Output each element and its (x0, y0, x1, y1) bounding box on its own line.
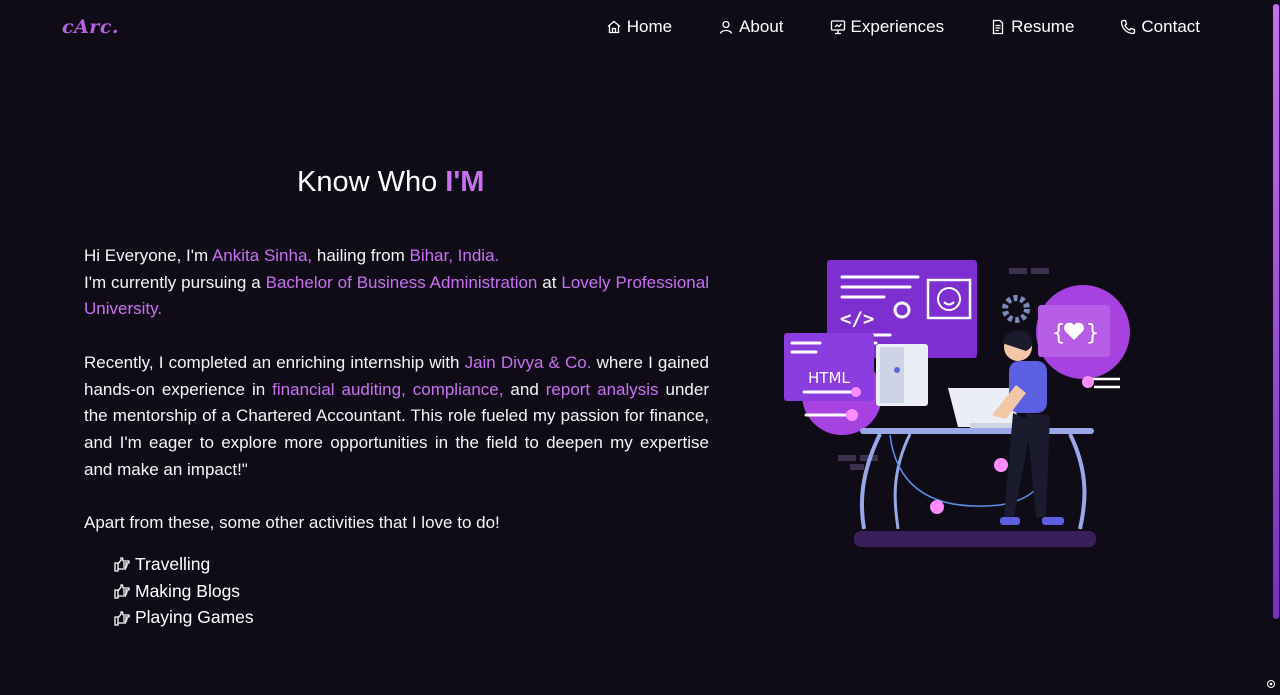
presentation-icon (830, 20, 845, 35)
intro-text-4: at (537, 272, 562, 292)
pointing-hand-icon (114, 557, 130, 572)
degree-highlight: Bachelor of Business Administration (265, 272, 538, 292)
list-item: Playing Games (113, 604, 254, 631)
internship-text-1: Recently, I completed an enriching inter… (84, 352, 465, 372)
home-icon (607, 20, 621, 34)
nav-item-experiences[interactable]: Experiences (830, 16, 945, 38)
activities-intro: Apart from these, some other activities … (84, 513, 500, 532)
name-highlight: Ankita Sinha, (211, 246, 313, 265)
user-icon (719, 20, 733, 34)
svg-text:</>: </> (840, 308, 874, 330)
report-highlight: report analysis (545, 379, 659, 399)
scrollbar-thumb[interactable] (1273, 4, 1279, 619)
title-prefix: Know Who (297, 166, 446, 198)
activity-label: Playing Games (135, 607, 254, 628)
navbar: cArc. Home About Experiences Resume Cont… (0, 0, 1272, 56)
developer-illustration: </> HTML { } (784, 260, 1130, 547)
nav-item-home[interactable]: Home (606, 16, 672, 38)
activity-label: Travelling (135, 554, 211, 574)
nav-menu: Home About Experiences Resume Contact (560, 16, 1200, 38)
nav-item-contact[interactable]: Contact (1120, 16, 1200, 38)
html-label: HTML (808, 369, 850, 387)
intro-text-1: Hi Everyone, I'm (84, 246, 212, 265)
nav-item-resume[interactable]: Resume (990, 16, 1074, 38)
settings-icon[interactable] (1266, 679, 1276, 689)
page-title: Know Who I'M (297, 166, 484, 199)
pointing-hand-icon (114, 584, 130, 599)
about-text: Hi Everyone, I'm Ankita Sinha, hailing f… (84, 243, 709, 563)
list-item: Making Blogs (113, 578, 254, 605)
svg-text:{: { (1052, 321, 1065, 346)
activities-list: Travelling Making Blogs Playing Games (113, 551, 254, 631)
nav-label-experiences: Experiences (850, 17, 945, 36)
page-scrollbar[interactable] (1272, 0, 1280, 695)
internship-paragraph: Recently, I completed an enriching inter… (84, 350, 709, 484)
nav-label-home: Home (626, 17, 673, 36)
company-highlight: Jain Divya & Co. (464, 352, 592, 372)
list-item: Travelling (113, 551, 254, 578)
title-accent: I'M (445, 166, 485, 198)
intro-text-3: I'm currently pursuing a (84, 272, 266, 292)
svg-text:}: } (1086, 321, 1099, 346)
pointing-hand-icon (114, 611, 130, 626)
nav-item-about[interactable]: About (718, 16, 784, 38)
place-highlight: Bihar, India. (409, 246, 500, 265)
skills-highlight: financial auditing, compliance, (272, 379, 504, 399)
nav-label-about: About (739, 17, 784, 36)
activity-label: Making Blogs (135, 580, 241, 601)
phone-icon (1121, 19, 1136, 35)
document-icon (992, 19, 1004, 35)
nav-label-contact: Contact (1141, 17, 1200, 36)
intro-text-2: hailing from (312, 246, 410, 265)
nav-label-resume: Resume (1011, 17, 1075, 36)
internship-text-3: and (503, 379, 546, 399)
logo[interactable]: cArc. (62, 16, 119, 38)
intro-paragraph: Hi Everyone, I'm Ankita Sinha, hailing f… (84, 243, 709, 323)
